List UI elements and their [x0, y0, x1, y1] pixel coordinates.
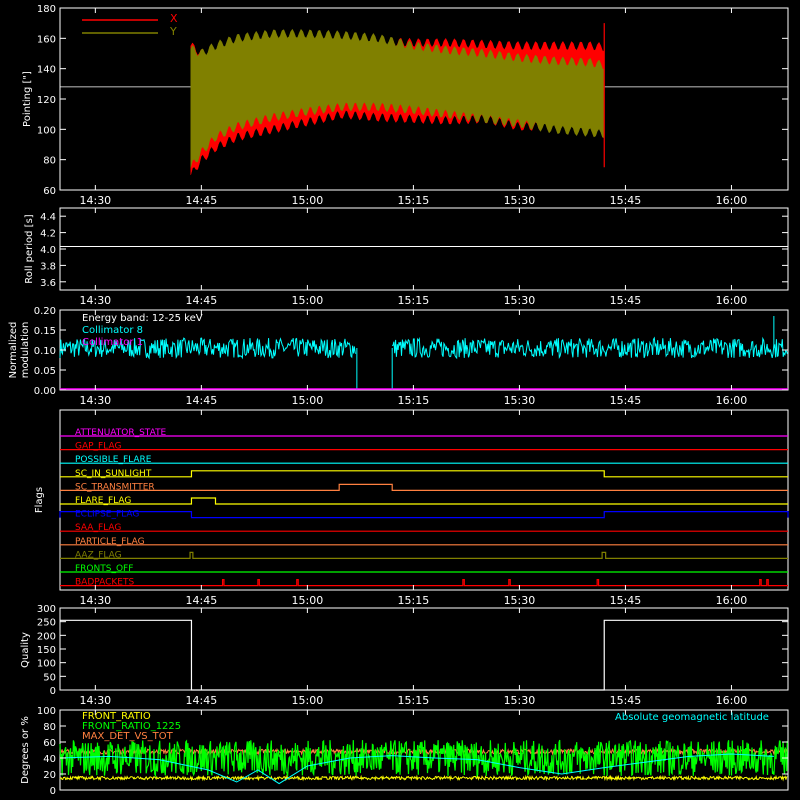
y-tick-label: 0.00 [34, 386, 56, 397]
x-tick-label: 15:45 [610, 594, 642, 607]
modulation-ylabel-line2: modulation [20, 322, 31, 379]
quality-ylabel: Quality [20, 632, 31, 668]
x-tick-label: 15:30 [504, 694, 536, 707]
x-tick-label: 15:00 [292, 594, 324, 607]
x-tick-label: 15:00 [292, 394, 324, 407]
y-tick-label: 3.8 [40, 261, 56, 272]
flags-ylabel: Flags [34, 487, 45, 513]
modulation-ylabel-line1: Normalized [8, 322, 19, 379]
y-tick-label: 0.15 [34, 326, 56, 337]
legend-collimator-1: Collimator 1 [82, 337, 143, 348]
x-tick-label: 14:45 [186, 194, 218, 207]
x-tick-label: 16:00 [716, 694, 748, 707]
y-tick-label: 4.2 [40, 229, 56, 240]
y-tick-label: 100 [37, 706, 56, 717]
legend-max-det-vs-tot: MAX_DET_VS_TOT [82, 731, 174, 742]
x-tick-label: 15:15 [398, 194, 430, 207]
x-tick-label: 14:45 [186, 394, 218, 407]
y-tick-label: 0.10 [34, 346, 56, 357]
x-tick-label: 15:15 [398, 394, 430, 407]
x-tick-label: 14:45 [186, 294, 218, 307]
x-tick-label: 15:15 [398, 594, 430, 607]
y-tick-label: 3.6 [40, 278, 56, 289]
x-tick-label: 15:45 [610, 394, 642, 407]
y-tick-label: 50 [43, 672, 56, 683]
x-tick-label: 15:45 [610, 194, 642, 207]
x-tick-label: 16:00 [716, 594, 748, 607]
x-tick-label: 15:30 [504, 294, 536, 307]
legend-geomag-latitude: Absolute geomagnetic latitude [615, 712, 769, 723]
x-tick-label: 15:15 [398, 294, 430, 307]
y-tick-label: 200 [37, 631, 56, 642]
legend-y-label: Y [169, 25, 177, 38]
y-tick-label: 300 [37, 604, 56, 615]
y-tick-label: 180 [37, 4, 56, 15]
x-tick-label: 16:00 [716, 294, 748, 307]
pointing-ylabel: Pointing ["] [22, 71, 33, 127]
y-tick-label: 100 [37, 125, 56, 136]
y-tick-label: 0.05 [34, 366, 56, 377]
roll-ylabel: Roll period [s] [24, 214, 35, 283]
x-tick-label: 14:30 [79, 594, 111, 607]
y-tick-label: 40 [43, 754, 56, 765]
legend-collimator-8: Collimator 8 [82, 325, 143, 336]
y-tick-label: 100 [37, 659, 56, 670]
x-tick-label: 14:30 [79, 394, 111, 407]
multi-panel-chart: 60 80 100 120 140 160 180 14:30 14:45 15:00 15:15… [0, 0, 800, 800]
x-tick-label: 14:45 [186, 594, 218, 607]
x-tick-label: 14:45 [186, 694, 218, 707]
y-tick-label: 0.20 [34, 306, 56, 317]
y-tick-label: 60 [43, 738, 56, 749]
y-tick-label: 80 [43, 722, 56, 733]
y-tick-label: 140 [37, 65, 56, 76]
x-tick-label: 14:30 [79, 294, 111, 307]
y-tick-label: 150 [37, 645, 56, 656]
x-tick-label: 16:00 [716, 194, 748, 207]
y-tick-label: 4.4 [40, 212, 56, 223]
x-tick-label: 15:00 [292, 194, 324, 207]
x-tick-label: 15:45 [610, 294, 642, 307]
y-tick-label: 250 [37, 618, 56, 629]
y-tick-label: 0 [50, 686, 56, 697]
x-tick-label: 15:00 [292, 694, 324, 707]
x-tick-label: 15:30 [504, 194, 536, 207]
x-tick-label: 14:30 [79, 694, 111, 707]
degrees-ylabel: Degrees or % [20, 716, 31, 784]
energy-band-label: Energy band: 12-25 keV [82, 313, 203, 324]
y-tick-label: 160 [37, 34, 56, 45]
x-tick-label: 16:00 [716, 394, 748, 407]
y-tick-label: 80 [43, 156, 56, 167]
x-tick-label: 15:00 [292, 294, 324, 307]
x-tick-label: 15:15 [398, 694, 430, 707]
legend-x-label: X [170, 12, 178, 25]
y-tick-label: 0 [50, 786, 56, 797]
y-tick-label: 60 [43, 186, 56, 197]
y-tick-label: 20 [43, 770, 56, 781]
x-tick-label: 15:45 [610, 694, 642, 707]
y-tick-label: 4.0 [40, 245, 56, 256]
x-tick-label: 15:30 [504, 594, 536, 607]
x-tick-label: 15:30 [504, 394, 536, 407]
x-tick-label: 14:30 [79, 194, 111, 207]
y-tick-label: 120 [37, 95, 56, 106]
